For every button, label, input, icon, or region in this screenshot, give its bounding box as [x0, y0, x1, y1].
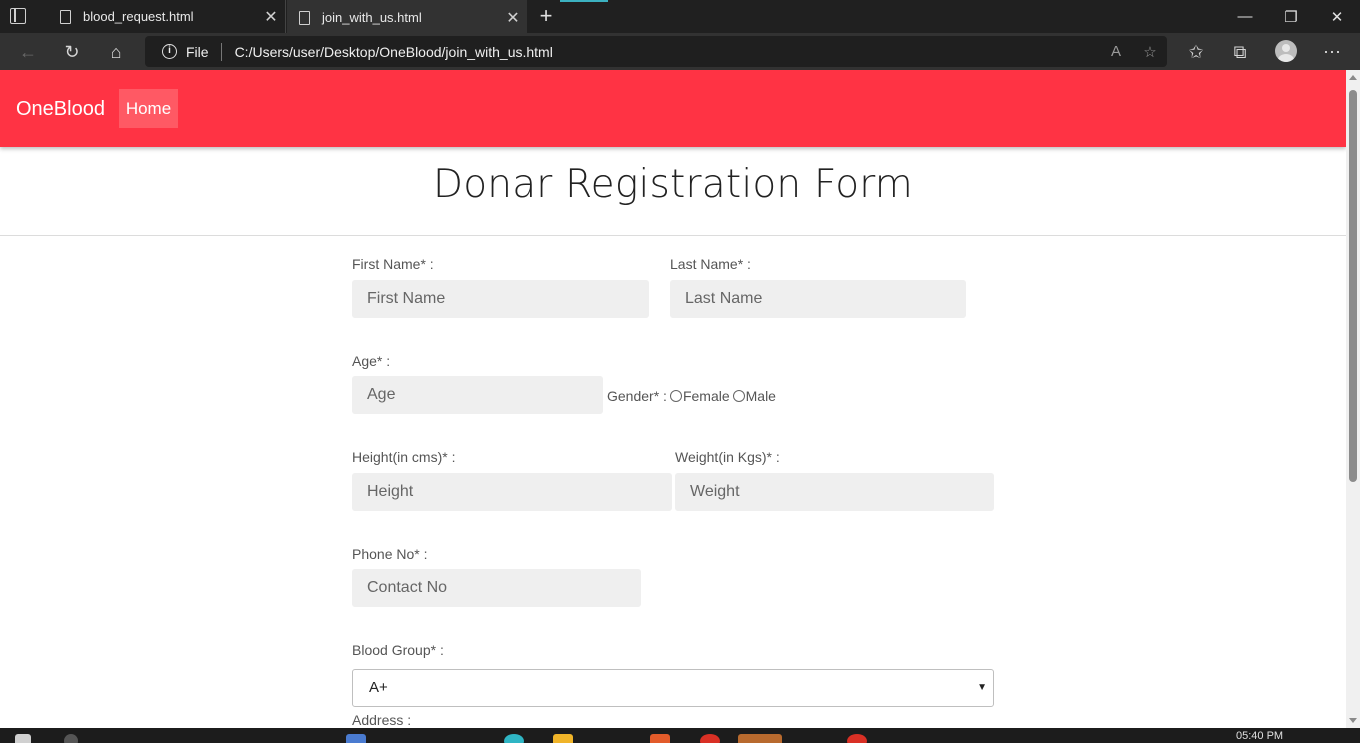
taskbar-app-icon[interactable] — [700, 734, 720, 743]
tab-title: blood_request.html — [83, 9, 194, 24]
tab-actions-icon[interactable] — [10, 8, 26, 24]
page-icon — [60, 9, 71, 24]
restore-button[interactable]: ❐ — [1268, 0, 1314, 33]
weight-input[interactable] — [675, 473, 994, 511]
gender-male-radio[interactable] — [732, 390, 745, 402]
page-icon — [299, 10, 310, 25]
edge-app-icon[interactable] — [504, 734, 524, 743]
scroll-up-icon[interactable] — [1349, 75, 1357, 80]
address-divider — [220, 42, 222, 61]
nav-home-link[interactable]: Home — [119, 89, 178, 128]
explorer-app-icon[interactable] — [553, 734, 573, 743]
refresh-icon[interactable]: ↻ — [59, 39, 85, 65]
read-aloud-icon[interactable]: A — [1099, 43, 1133, 60]
heading-divider — [0, 235, 1346, 236]
scrollbar-thumb[interactable] — [1349, 90, 1357, 482]
scroll-down-icon[interactable] — [1349, 718, 1357, 723]
os-taskbar: 05:40 PM — [0, 728, 1360, 743]
page-viewport: OneBlood Home Donar Registration Form Fi… — [0, 70, 1346, 728]
blood-group-value: A+ — [369, 679, 388, 696]
collections-icon[interactable]: ⧉ — [1227, 39, 1253, 65]
browser-tab-strip: blood_request.html ✕ join_with_us.html ✕… — [0, 0, 1360, 33]
taskbar-app-icon[interactable] — [346, 734, 366, 743]
url-scheme: File — [186, 43, 209, 60]
page-title: Donar Registration Form — [432, 162, 913, 207]
page-scrollbar[interactable] — [1346, 70, 1360, 728]
tab-title: join_with_us.html — [322, 10, 422, 25]
phone-label: Phone No* : — [352, 546, 428, 562]
chevron-down-icon: ▼ — [977, 682, 987, 693]
height-input[interactable] — [352, 473, 672, 511]
first-name-input[interactable] — [352, 280, 649, 318]
blood-group-label: Blood Group* : — [352, 642, 444, 658]
gender-label: Gender* : — [607, 388, 667, 404]
close-window-button[interactable]: ✕ — [1314, 0, 1360, 33]
gender-female-radio[interactable] — [669, 390, 682, 402]
url-text[interactable]: C:/Users/user/Desktop/OneBlood/join_with… — [235, 44, 1099, 60]
age-input[interactable] — [352, 376, 603, 414]
height-label: Height(in cms)* : — [352, 449, 456, 465]
home-icon[interactable]: ⌂ — [103, 39, 129, 65]
tab-blood-request[interactable]: blood_request.html ✕ — [48, 0, 286, 33]
taskbar-app-icon[interactable] — [650, 734, 670, 743]
site-navbar: OneBlood Home — [0, 70, 1346, 147]
blood-group-select[interactable]: A+ ▼ — [352, 669, 994, 707]
tab-join-with-us[interactable]: join_with_us.html ✕ — [287, 0, 527, 33]
profile-icon[interactable] — [1275, 40, 1297, 62]
minimize-button[interactable]: — — [1222, 0, 1268, 33]
taskbar-clock: 05:40 PM — [1236, 730, 1284, 742]
taskbar-app-icon[interactable] — [738, 734, 782, 743]
phone-input[interactable] — [352, 569, 641, 607]
gender-male-label[interactable]: Male — [746, 388, 776, 404]
new-tab-button[interactable]: + — [534, 3, 558, 29]
info-icon[interactable]: i — [162, 44, 177, 59]
age-label: Age* : — [352, 353, 391, 369]
address-bar[interactable]: i File C:/Users/user/Desktop/OneBlood/jo… — [145, 36, 1167, 67]
tab-close-icon[interactable]: ✕ — [257, 7, 285, 27]
site-brand[interactable]: OneBlood — [16, 98, 105, 121]
tab-close-icon[interactable]: ✕ — [499, 8, 527, 28]
taskbar-app-icon[interactable] — [847, 734, 867, 743]
gender-group: Gender* : Female Male — [607, 388, 776, 404]
back-icon[interactable]: ← — [15, 39, 41, 65]
first-name-label: First Name* : — [352, 256, 434, 272]
tab-strip-accent — [560, 0, 608, 2]
more-icon[interactable]: ⋯ — [1319, 39, 1345, 65]
last-name-input[interactable] — [670, 280, 966, 318]
weight-label: Weight(in Kgs)* : — [675, 449, 780, 465]
add-favorite-icon[interactable]: ☆ — [1133, 43, 1167, 61]
gender-female-label[interactable]: Female — [683, 388, 730, 404]
search-icon[interactable] — [64, 734, 78, 743]
address-label: Address : — [352, 712, 412, 728]
browser-toolbar: ← ↻ ⌂ i File C:/Users/user/Desktop/OneBl… — [0, 33, 1360, 70]
start-icon[interactable] — [15, 734, 31, 743]
favorites-icon[interactable]: ✩ — [1183, 39, 1209, 65]
last-name-label: Last Name* : — [670, 256, 751, 272]
